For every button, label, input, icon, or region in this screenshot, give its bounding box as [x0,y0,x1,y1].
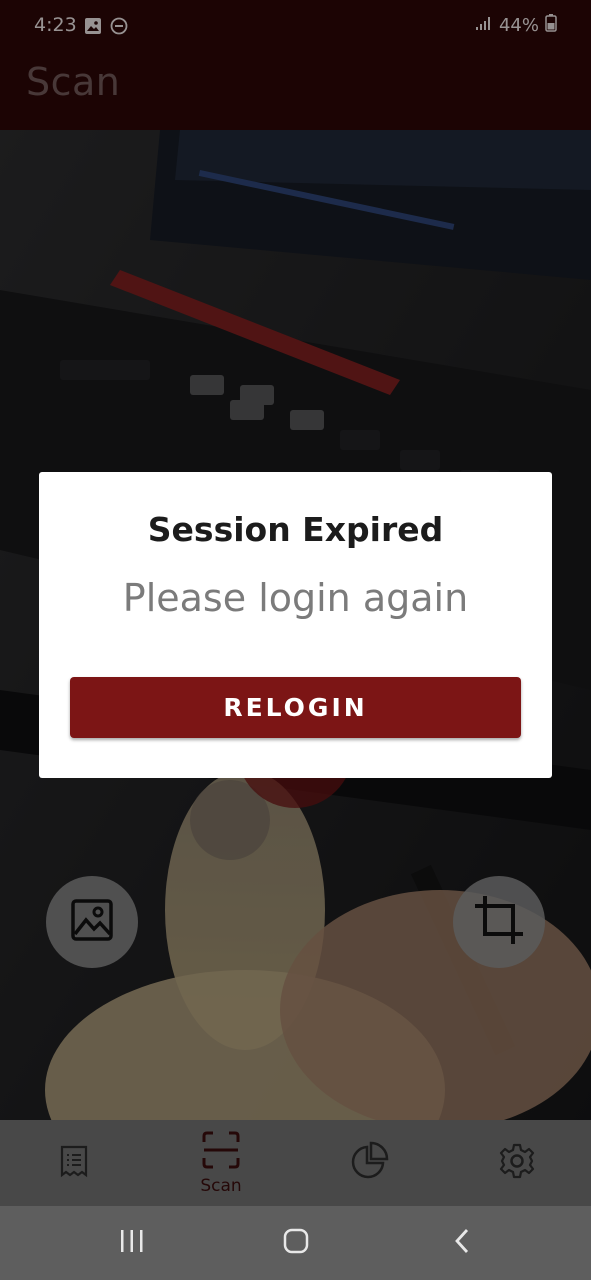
home-icon [282,1227,310,1259]
back-icon [452,1227,472,1259]
dialog-message: Please login again [122,576,469,620]
back-button[interactable] [442,1226,482,1260]
recent-apps-icon [118,1228,146,1258]
relogin-button[interactable]: RELOGIN [70,677,521,738]
session-expired-dialog: Session Expired Please login again RELOG… [39,472,552,778]
system-nav-bar [0,1206,591,1280]
recent-apps-button[interactable] [112,1226,152,1260]
dialog-title: Session Expired [147,510,444,549]
home-button[interactable] [276,1226,316,1260]
